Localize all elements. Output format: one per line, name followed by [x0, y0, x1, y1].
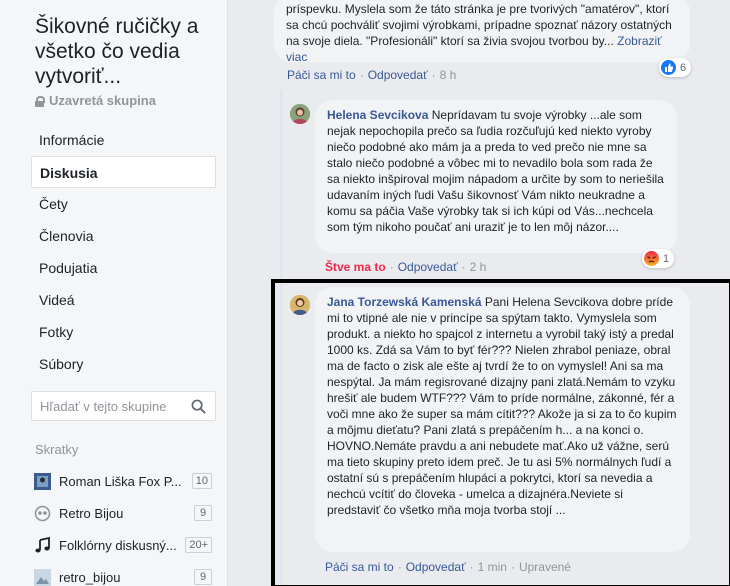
group-nav: Informácie Diskusia Čety Členovia Poduja…: [31, 124, 216, 380]
highlight-frame: [271, 279, 730, 586]
separator-dot: ·: [431, 68, 436, 82]
reaction-count: 1: [663, 252, 670, 265]
comment-actions: Páči sa mi to · Odpovedať · 8 h: [287, 68, 456, 82]
comment: príspevku. Myslela som že táto stránka j…: [266, 0, 696, 84]
comment-bubble: príspevku. Myslela som že táto stránka j…: [274, 0, 690, 64]
like-reaction-icon: [661, 60, 676, 75]
shortcut-item[interactable]: retro_bijou 9: [31, 561, 216, 586]
angry-reaction-icon: [644, 251, 659, 266]
comment-timestamp[interactable]: 2 h: [470, 260, 487, 274]
group-privacy: Uzavretá skupina: [35, 93, 156, 108]
discussion-feed: príspevku. Myslela som že táto stránka j…: [228, 0, 730, 586]
shortcuts-title: Skratky: [35, 442, 79, 457]
reaction-count: 6: [680, 61, 687, 74]
avatar[interactable]: [290, 104, 310, 124]
nav-item-podujatia[interactable]: Podujatia: [31, 252, 216, 284]
separator-dot: ·: [359, 68, 364, 82]
group-search-box: [31, 391, 216, 421]
comment-text: príspevku. Myslela som že táto stránka j…: [286, 2, 672, 48]
shortcut-count-badge: 10: [191, 473, 212, 489]
comment-bubble: Helena Sevcikova Neprídavam tu svoje výr…: [315, 100, 677, 253]
group-icon: [34, 505, 51, 522]
nav-item-subory[interactable]: Súbory: [31, 348, 216, 380]
shortcut-item[interactable]: Retro Bijou 9: [31, 497, 216, 529]
like-button[interactable]: Páči sa mi to: [287, 68, 356, 82]
photo-icon: [34, 568, 51, 586]
comment-author[interactable]: Helena Sevcikova: [327, 108, 428, 122]
shortcut-label: Folklórny diskusný...: [59, 537, 177, 553]
group-search-input[interactable]: [32, 392, 182, 420]
music-note-icon: [34, 536, 51, 554]
reaction-count-pill[interactable]: 1: [642, 249, 675, 268]
shortcut-label: retro_bijou: [59, 569, 121, 585]
group-privacy-label: Uzavretá skupina: [49, 93, 156, 108]
reply-button[interactable]: Odpovedať: [368, 68, 428, 82]
separator-dot: ·: [461, 260, 466, 274]
nav-item-informacie[interactable]: Informácie: [31, 124, 216, 156]
nav-item-videa[interactable]: Videá: [31, 284, 216, 316]
comment-timestamp[interactable]: 8 h: [440, 68, 457, 82]
nav-item-clenovia[interactable]: Členovia: [31, 220, 216, 252]
nav-item-fotky[interactable]: Fotky: [31, 316, 216, 348]
nav-item-cety[interactable]: Čety: [31, 188, 216, 220]
lock-icon: [35, 95, 45, 107]
reply-button[interactable]: Odpovedať: [398, 260, 458, 274]
shortcut-item[interactable]: Folklórny diskusný... 20+: [31, 529, 216, 561]
comment-reply: Helena Sevcikova Neprídavam tu svoje výr…: [290, 100, 720, 276]
shortcuts-list: Roman Liška Fox P... 10 Retro Bijou 9 Fo…: [31, 465, 216, 586]
separator-dot: ·: [389, 260, 394, 274]
group-title[interactable]: Šikovné ručičky a všetko čo vedia vytvor…: [35, 14, 220, 89]
shortcut-item[interactable]: Roman Liška Fox P... 10: [31, 465, 216, 497]
shortcut-count-badge: 9: [194, 505, 212, 521]
comment-text: Neprídavam tu svoje výrobky ...ale som n…: [327, 108, 664, 234]
angry-reaction-button[interactable]: Štve ma to: [325, 260, 386, 274]
nav-item-diskusia[interactable]: Diskusia: [31, 156, 216, 188]
shortcut-count-badge: 20+: [185, 537, 212, 553]
left-sidebar: Šikovné ručičky a všetko čo vedia vytvor…: [0, 0, 228, 586]
shortcut-count-badge: 9: [194, 569, 212, 585]
comment-actions: Štve ma to · Odpovedať · 2 h: [325, 260, 486, 274]
shortcut-label: Roman Liška Fox P...: [59, 473, 182, 489]
photo-icon: [34, 472, 51, 490]
shortcut-label: Retro Bijou: [59, 505, 124, 521]
search-icon[interactable]: [191, 399, 206, 414]
reaction-count-pill[interactable]: 6: [659, 58, 692, 77]
